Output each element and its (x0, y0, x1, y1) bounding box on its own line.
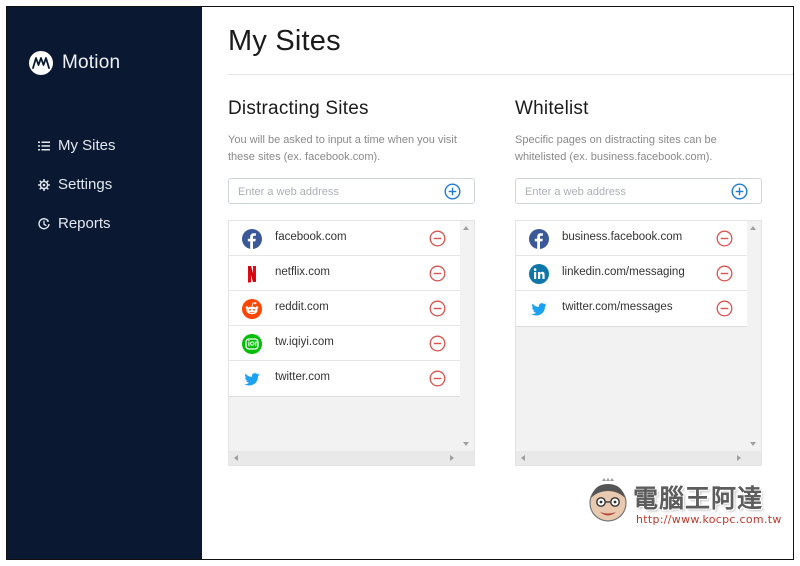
vertical-scrollbar[interactable] (747, 221, 761, 452)
site-name: business.facebook.com (562, 231, 683, 243)
list-icon (37, 139, 50, 152)
iqiyi-icon (242, 334, 262, 354)
sidebar-item-label: Settings (58, 176, 113, 193)
watermark-url: http://www.kocpc.com.tw (636, 513, 782, 526)
sidebar-item-label: My Sites (58, 137, 116, 154)
distracting-sites-list-container[interactable]: facebook.com netflix.com reddit.com tw.i… (228, 220, 475, 466)
netflix-icon (248, 266, 256, 283)
list-item: reddit.com (229, 291, 460, 326)
distracting-address-input[interactable] (238, 183, 438, 200)
list-item: linkedin.com/messaging (516, 256, 747, 291)
scroll-left-icon[interactable] (234, 455, 238, 461)
list-item: tw.iqiyi.com (229, 326, 460, 361)
twitter-icon (531, 303, 547, 316)
site-name: facebook.com (275, 231, 347, 243)
site-name: twitter.com (275, 371, 330, 383)
site-name: netflix.com (275, 266, 330, 278)
vertical-scrollbar[interactable] (460, 221, 474, 452)
scroll-down-icon[interactable] (463, 442, 469, 446)
list-item: facebook.com (229, 221, 460, 256)
remove-whitelist-button[interactable] (716, 300, 733, 317)
add-site-button[interactable] (444, 183, 461, 200)
linkedin-icon (529, 264, 549, 284)
horizontal-scrollbar[interactable] (229, 451, 474, 465)
reddit-icon (242, 299, 262, 319)
list-item: business.facebook.com (516, 221, 747, 256)
distracting-address-field (228, 178, 475, 204)
scroll-left-icon[interactable] (521, 455, 525, 461)
list-item: twitter.com/messages (516, 291, 747, 326)
scroll-up-icon[interactable] (750, 226, 756, 230)
sidebar: Motion My Sites Settings Reports (7, 7, 202, 559)
watermark-title: 電腦王阿達 (633, 484, 764, 513)
distracting-sites-panel: Distracting Sites You will be asked to i… (228, 98, 476, 466)
site-name: twitter.com/messages (562, 301, 673, 313)
distracting-sites-description: You will be asked to input a time when y… (228, 134, 457, 163)
scroll-right-icon[interactable] (737, 455, 741, 461)
whitelist-address-field (515, 178, 762, 204)
sidebar-nav: My Sites Settings Reports (37, 126, 116, 243)
whitelist-title: Whitelist (515, 98, 589, 119)
facebook-icon (242, 229, 262, 249)
site-name: tw.iqiyi.com (275, 336, 334, 348)
add-whitelist-button[interactable] (731, 183, 748, 200)
sidebar-item-reports[interactable]: Reports (37, 204, 116, 243)
whitelist-list-container[interactable]: business.facebook.com linkedin.com/messa… (515, 220, 762, 466)
scroll-down-icon[interactable] (750, 442, 756, 446)
remove-site-button[interactable] (429, 335, 446, 352)
sidebar-item-label: Reports (58, 215, 111, 232)
distracting-sites-list: facebook.com netflix.com reddit.com tw.i… (229, 221, 461, 397)
whitelist-address-input[interactable] (525, 183, 725, 200)
sidebar-item-settings[interactable]: Settings (37, 165, 116, 204)
twitter-icon (244, 373, 260, 386)
sidebar-item-my-sites[interactable]: My Sites (37, 126, 116, 165)
brand: Motion (29, 51, 120, 75)
site-name: reddit.com (275, 301, 329, 313)
clock-icon (37, 217, 50, 230)
mascot-face-icon (589, 478, 627, 522)
remove-site-button[interactable] (429, 370, 446, 387)
site-name: linkedin.com/messaging (562, 266, 685, 278)
remove-whitelist-button[interactable] (716, 265, 733, 282)
horizontal-scrollbar[interactable] (516, 451, 761, 465)
remove-site-button[interactable] (429, 265, 446, 282)
remove-site-button[interactable] (429, 300, 446, 317)
remove-site-button[interactable] (429, 230, 446, 247)
whitelist-list: business.facebook.com linkedin.com/messa… (516, 221, 748, 327)
whitelist-description: Specific pages on distracting sites can … (515, 134, 717, 163)
app-name: Motion (62, 52, 121, 73)
distracting-sites-title: Distracting Sites (228, 98, 369, 119)
facebook-icon (529, 229, 549, 249)
whitelist-panel: Whitelist Specific pages on distracting … (515, 98, 763, 466)
list-item: netflix.com (229, 256, 460, 291)
list-item: twitter.com (229, 361, 460, 396)
watermark: 電腦王阿達 http://www.kocpc.com.tw (580, 474, 790, 534)
motion-logo-icon (29, 51, 53, 75)
title-divider (228, 74, 793, 75)
scroll-right-icon[interactable] (450, 455, 454, 461)
scroll-up-icon[interactable] (463, 226, 469, 230)
page-title: My Sites (228, 25, 341, 57)
gear-icon (37, 178, 50, 191)
remove-whitelist-button[interactable] (716, 230, 733, 247)
